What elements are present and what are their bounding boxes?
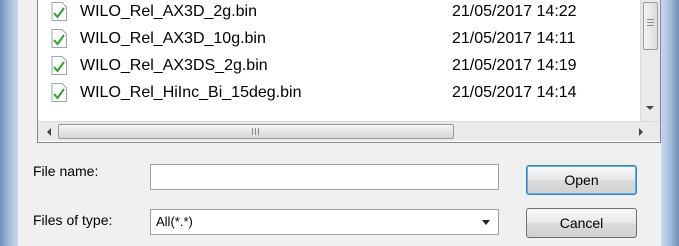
green-checkmark-file-icon (51, 29, 67, 48)
scroll-down-arrow-icon[interactable] (646, 106, 654, 110)
file-date: 21/05/2017 14:14 (452, 84, 577, 101)
scroll-right-arrow-icon[interactable] (639, 128, 643, 136)
file-name-label: File name: (33, 163, 99, 179)
file-date: 21/05/2017 14:22 (452, 3, 577, 20)
dialog-client-area: WILO_Rel_AX3D_2g.bin 21/05/2017 14:22 WI… (18, 0, 661, 246)
file-list-rows: WILO_Rel_AX3D_2g.bin 21/05/2017 14:22 WI… (38, 0, 640, 121)
open-button[interactable]: Open (526, 165, 637, 195)
scroll-left-arrow-icon[interactable] (47, 128, 51, 136)
green-checkmark-file-icon (51, 83, 67, 102)
green-checkmark-file-icon (51, 56, 67, 75)
chevron-down-icon (482, 220, 490, 225)
file-date: 21/05/2017 14:19 (452, 57, 577, 74)
file-date: 21/05/2017 14:11 (452, 30, 576, 47)
green-checkmark-file-icon (51, 2, 67, 21)
files-of-type-value: All(*.*) (156, 214, 193, 229)
horizontal-scroll-thumb[interactable] (58, 124, 454, 139)
file-name: WILO_Rel_HiInc_Bi_15deg.bin (80, 84, 302, 101)
file-row[interactable]: WILO_Rel_AX3D_2g.bin 21/05/2017 14:22 (38, 0, 640, 25)
grip-icon (252, 128, 261, 135)
files-of-type-select[interactable]: All(*.*) (150, 209, 499, 235)
file-name: WILO_Rel_AX3DS_2g.bin (80, 57, 268, 74)
file-name: WILO_Rel_AX3D_10g.bin (80, 30, 266, 47)
files-of-type-label: Files of type: (33, 212, 113, 228)
cancel-button[interactable]: Cancel (526, 208, 637, 238)
file-name-input[interactable] (150, 164, 499, 190)
file-row[interactable]: WILO_Rel_AX3D_10g.bin 21/05/2017 14:11 (38, 25, 640, 52)
file-list[interactable]: WILO_Rel_AX3D_2g.bin 21/05/2017 14:22 WI… (37, 0, 661, 143)
file-row[interactable]: WILO_Rel_AX3DS_2g.bin 21/05/2017 14:19 (38, 52, 640, 79)
file-dialog-window: WILO_Rel_AX3D_2g.bin 21/05/2017 14:22 WI… (0, 0, 679, 246)
vertical-scroll-thumb[interactable] (643, 2, 658, 50)
file-name: WILO_Rel_AX3D_2g.bin (80, 3, 257, 20)
vertical-scrollbar[interactable] (640, 0, 660, 121)
file-row[interactable]: WILO_Rel_HiInc_Bi_15deg.bin 21/05/2017 1… (38, 79, 640, 106)
grip-icon (647, 19, 654, 28)
horizontal-scrollbar[interactable] (38, 121, 660, 141)
